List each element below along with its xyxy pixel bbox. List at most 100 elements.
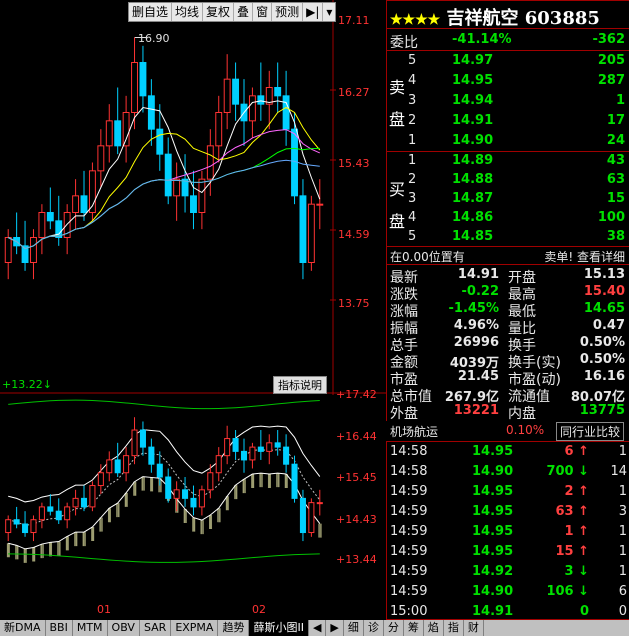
tick-volume: 6 ↑ (564, 444, 589, 459)
volume: 15 (606, 191, 625, 206)
indicator-value: +13.22↓ (2, 378, 52, 391)
indicator-tab[interactable]: 趋势 (218, 620, 250, 636)
volume: 38 (606, 229, 625, 244)
side-tab[interactable]: 细 (344, 620, 364, 636)
candle (46, 212, 54, 222)
y-tick: 14.59 (338, 228, 370, 241)
remove-favorite-button[interactable]: 删自选 (129, 3, 173, 21)
side-tab[interactable]: 筹 (404, 620, 424, 636)
tick-price: 14.95 (472, 504, 514, 519)
candle (308, 502, 315, 534)
tick-row: 14:59 14.92 3 ↓ 1 (386, 562, 629, 582)
window-button[interactable]: 窗 (253, 3, 273, 21)
stat-value: 14.91 (457, 267, 499, 282)
indicator-tab[interactable]: EXPMA (171, 620, 219, 636)
stat-value: 13221 (453, 403, 499, 418)
buy-row: 4 14.86 100 (386, 208, 629, 228)
candle (13, 519, 20, 525)
volume: 100 (597, 210, 625, 225)
y-tick: +16.44 (336, 430, 377, 443)
stat-value: 0.50% (579, 352, 625, 367)
kline-chart[interactable] (0, 0, 386, 395)
level-num: 2 (408, 172, 417, 187)
side-tab[interactable]: 诊 (364, 620, 384, 636)
buy-row: 1 14.89 43 (386, 151, 629, 171)
webi-row: 委比 -41.14% -362 (386, 30, 629, 51)
candle (80, 195, 88, 213)
candle (89, 485, 96, 508)
tick-time: 14:58 (390, 464, 428, 479)
tick-count: 3 (618, 504, 627, 519)
price: 14.97 (452, 53, 494, 68)
candle (299, 497, 306, 534)
side-tab[interactable]: 焰 (424, 620, 444, 636)
candle (198, 489, 205, 508)
stat-value: -1.45% (448, 301, 500, 316)
tick-volume: 15 ↑ (555, 544, 589, 559)
indicator-tab[interactable]: MTM (73, 620, 108, 636)
max-price-label: 16.90 (138, 32, 170, 45)
tick-row: 14:58 14.90 700 ↓ 14 (386, 462, 629, 482)
candle (257, 95, 265, 105)
buy-label: 盘 (389, 212, 406, 231)
tick-volume: 2 ↑ (564, 484, 589, 499)
forecast-button[interactable]: 预测 (272, 3, 304, 21)
candle (156, 128, 164, 155)
candle (307, 203, 315, 264)
stat-row: 外盘 13221 内盘 13775 (386, 401, 629, 422)
play-icon[interactable]: ▶| (303, 3, 324, 21)
industry-name[interactable]: 机场航运 (390, 423, 438, 440)
volume: 63 (606, 172, 625, 187)
candle (139, 62, 147, 97)
price: 14.89 (452, 153, 494, 168)
side-tab[interactable]: 财 (464, 620, 484, 636)
tick-price: 14.91 (472, 604, 514, 619)
candle (190, 195, 197, 213)
tick-time: 14:59 (390, 544, 428, 559)
scroll-right-icon[interactable]: ▶ (326, 620, 344, 636)
candle (232, 438, 239, 452)
sell-label: 盘 (389, 110, 406, 129)
candle (198, 178, 206, 214)
level-num: 1 (408, 133, 417, 148)
sell-row: 2 14.91 17 (386, 111, 629, 131)
candle (224, 438, 231, 457)
side-tab[interactable]: 分 (384, 620, 404, 636)
dropdown-icon[interactable]: ▾ (323, 3, 335, 21)
buy-row: 5 14.85 38 (386, 227, 629, 247)
position-row[interactable]: 在0.00位置有 卖单! 查看详细 (386, 246, 629, 266)
y-tick: 16.27 (338, 86, 370, 99)
tick-count: 1 (618, 544, 627, 559)
candle (72, 497, 79, 508)
indicator-tab[interactable]: OBV (108, 620, 140, 636)
industry-compare-button[interactable]: 同行业比较 (556, 422, 625, 441)
tick-row: 15:00 14.91 0 0 (386, 602, 629, 622)
candle (207, 472, 214, 491)
candle (190, 497, 197, 508)
stat-label: 外盘 (390, 406, 418, 422)
indicator-help-button[interactable]: 指标说明 (273, 376, 327, 394)
y-tick: +13.44 (336, 553, 377, 566)
ma-button[interactable]: 均线 (172, 3, 204, 21)
indicator-tab[interactable]: 薛斯小图II (249, 620, 309, 636)
price: 14.95 (452, 73, 494, 88)
indicator-chart[interactable] (0, 395, 333, 618)
indicator-tab[interactable]: BBI (46, 620, 73, 636)
buy-label: 买 (389, 180, 406, 199)
side-tab[interactable]: 指 (444, 620, 464, 636)
indicator-tab[interactable]: 新DMA (0, 620, 46, 636)
tick-price: 14.95 (472, 444, 514, 459)
scroll-left-icon[interactable]: ◀ (309, 620, 327, 636)
candle (283, 446, 290, 465)
chart-toolbar: 删自选 均线 复权 叠 窗 预测 ▶| ▾ (128, 2, 337, 22)
x-tick: 01 (97, 603, 111, 616)
stock-name-code: 吉祥航空 603885 (446, 8, 600, 29)
adjust-button[interactable]: 复权 (203, 3, 235, 21)
indicator-tab[interactable]: SAR (140, 620, 172, 636)
level-num: 3 (408, 191, 417, 206)
candle (72, 195, 80, 213)
volume: 1 (615, 93, 625, 108)
candle (156, 463, 163, 478)
position-detail-link[interactable]: 卖单! 查看详细 (544, 248, 625, 265)
overlay-button[interactable]: 叠 (234, 3, 254, 21)
